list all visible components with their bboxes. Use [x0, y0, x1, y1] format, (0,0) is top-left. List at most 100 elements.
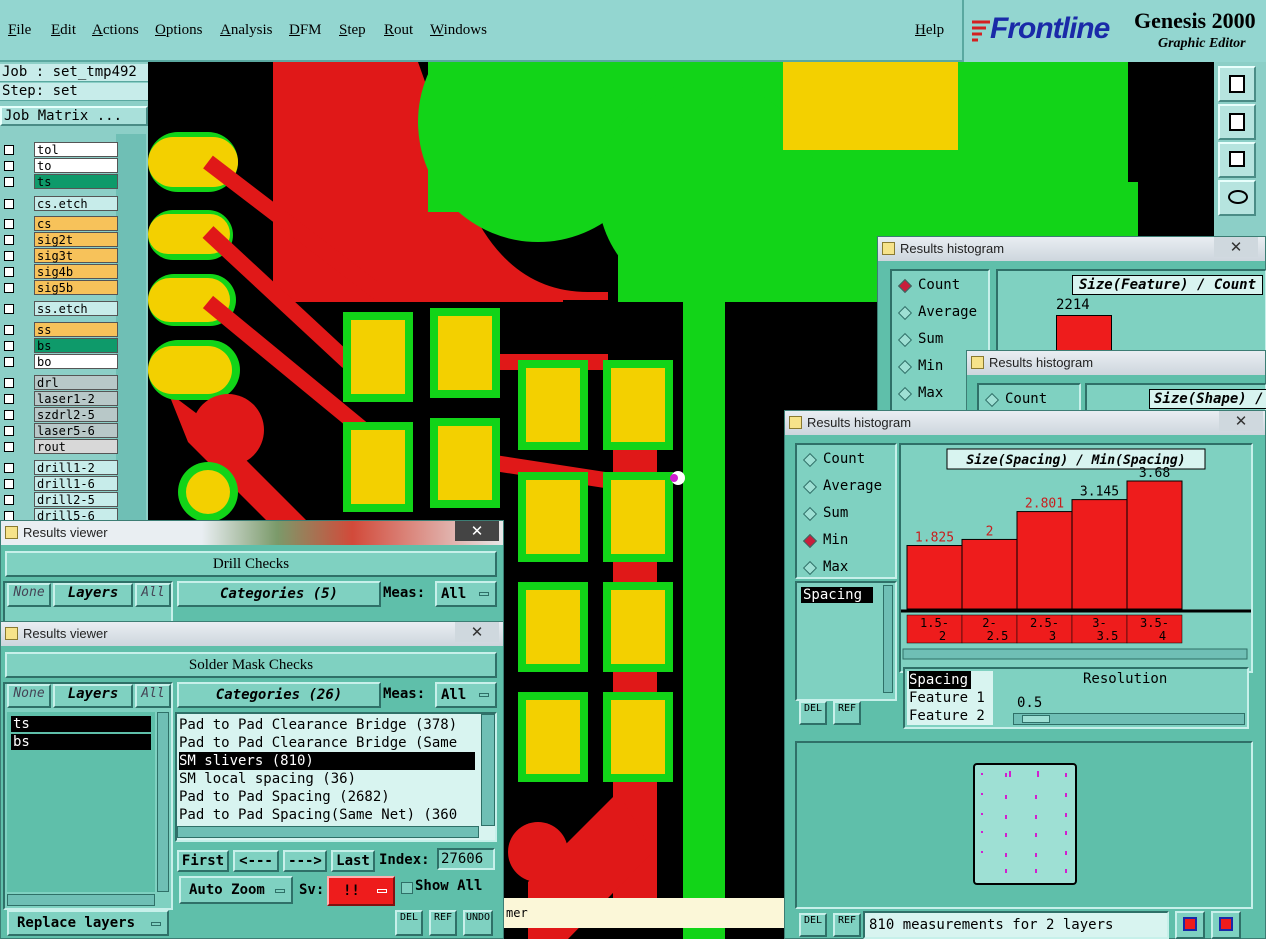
layer-list-item[interactable]: ts [11, 716, 151, 732]
all-button[interactable]: All [135, 684, 171, 708]
ref-button[interactable]: REF [833, 701, 861, 725]
layer-name[interactable]: drl [34, 375, 118, 390]
layer-checkbox[interactable] [4, 177, 14, 187]
layer-name[interactable]: drill1-2 [34, 460, 118, 475]
layer-checkbox[interactable] [4, 325, 14, 335]
list-item-spacing[interactable]: Spacing [801, 587, 873, 603]
slider-handle[interactable] [1022, 715, 1050, 723]
radio-average[interactable] [897, 305, 913, 321]
layer-checkbox[interactable] [4, 463, 14, 473]
radio-count[interactable] [802, 452, 818, 468]
layer-row[interactable]: drill2-5 [2, 492, 118, 507]
del-button-bottom[interactable]: DEL [799, 913, 827, 937]
layer-row[interactable]: sig4b [2, 264, 118, 279]
board-thumbnail[interactable] [973, 763, 1077, 885]
meas-dropdown[interactable]: All [435, 682, 497, 708]
layer-checkbox[interactable] [4, 304, 14, 314]
meas-dropdown[interactable]: All [435, 581, 497, 607]
close-button[interactable]: ✕ [1214, 237, 1258, 257]
layer-checkbox[interactable] [4, 442, 14, 452]
layer-checkbox[interactable] [4, 378, 14, 388]
menu-rout[interactable]: Rout [384, 22, 413, 39]
layer-row[interactable]: sig2t [2, 232, 118, 247]
layer-row[interactable]: to [2, 158, 118, 173]
replace-layers-dropdown[interactable]: Replace layers [7, 910, 169, 936]
print-button[interactable] [1211, 911, 1241, 939]
layer-row[interactable]: tol [2, 142, 118, 157]
histogram-mid-titlebar[interactable]: Results histogram [967, 351, 1265, 375]
results-viewer-titlebar[interactable]: Results viewer [1, 622, 503, 646]
layer-row[interactable]: ss.etch [2, 301, 118, 316]
show-all-checkbox[interactable] [401, 882, 413, 894]
layer-name[interactable]: drill2-5 [34, 492, 118, 507]
layer-name[interactable]: bs [34, 338, 118, 353]
layer-name[interactable]: szdrl2-5 [34, 407, 118, 422]
layer-list-hscrollbar[interactable] [7, 894, 155, 906]
histogram-back-titlebar[interactable]: Results histogram [878, 237, 1265, 261]
layer-row[interactable]: ss [2, 322, 118, 337]
del-button[interactable]: DEL [799, 701, 827, 725]
layers-button[interactable]: Layers [53, 583, 133, 607]
layer-list-item[interactable]: bs [11, 734, 151, 750]
close-button[interactable]: ✕ [455, 622, 499, 642]
layer-checkbox[interactable] [4, 251, 14, 261]
layer-row[interactable]: ts [2, 174, 118, 189]
layer-checkbox[interactable] [4, 161, 14, 171]
layer-checkbox[interactable] [4, 410, 14, 420]
layer-row[interactable]: cs.etch [2, 196, 118, 211]
categories-button[interactable]: Categories (5) [177, 581, 381, 607]
layer-row[interactable]: laser1-2 [2, 391, 118, 406]
menu-windows[interactable]: Windows [430, 22, 487, 39]
attribute-item[interactable]: Feature 1 [909, 689, 993, 707]
radio-max[interactable] [897, 386, 913, 402]
category-scrollbar[interactable] [481, 714, 495, 826]
category-item[interactable]: Pad to Pad Spacing(Same Net) (360 [179, 806, 475, 824]
category-item[interactable]: SM slivers (810) [179, 752, 475, 770]
radio-min[interactable] [897, 359, 913, 375]
prev-button[interactable]: <--- [233, 850, 279, 872]
close-button[interactable]: ✕ [455, 521, 499, 541]
layer-row[interactable]: drill1-6 [2, 476, 118, 491]
layer-row[interactable]: laser5-6 [2, 423, 118, 438]
layer-checkbox[interactable] [4, 394, 14, 404]
histogram-titlebar[interactable]: Results histogram [785, 411, 1265, 435]
layer-checkbox[interactable] [4, 235, 14, 245]
close-button[interactable]: ✕ [1219, 411, 1263, 431]
layer-checkbox[interactable] [4, 357, 14, 367]
radio-count[interactable] [897, 278, 913, 294]
menu-help[interactable]: Help [915, 22, 944, 39]
pan-left-button[interactable] [1218, 104, 1256, 140]
layer-row[interactable]: cs [2, 216, 118, 231]
menu-file[interactable]: File [8, 22, 31, 39]
menu-edit[interactable]: Edit [51, 22, 76, 39]
none-button[interactable]: None [7, 583, 51, 607]
category-hscrollbar[interactable] [177, 826, 479, 838]
layer-checkbox[interactable] [4, 479, 14, 489]
menu-analysis[interactable]: Analysis [220, 22, 273, 39]
layers-button[interactable]: Layers [53, 684, 133, 708]
undo-button[interactable]: UNDO [463, 910, 493, 936]
layer-name[interactable]: ss.etch [34, 301, 118, 316]
layer-name[interactable]: cs [34, 216, 118, 231]
last-button[interactable]: Last [331, 850, 375, 872]
next-button[interactable]: ---> [283, 850, 327, 872]
layer-checkbox[interactable] [4, 426, 14, 436]
categories-button[interactable]: Categories (26) [177, 682, 381, 708]
layer-name[interactable]: drill1-6 [34, 476, 118, 491]
pan-up-button[interactable] [1218, 66, 1256, 102]
layer-name[interactable]: sig4b [34, 264, 118, 279]
category-item[interactable]: SM local spacing (36) [179, 770, 475, 788]
layer-row[interactable]: bs [2, 338, 118, 353]
layer-name[interactable]: tol [34, 142, 118, 157]
measure-tool-button[interactable] [1218, 180, 1256, 216]
severity-dropdown[interactable]: !! [327, 876, 395, 906]
layer-checkbox[interactable] [4, 283, 14, 293]
layer-scrollbar[interactable] [116, 134, 146, 522]
layer-name[interactable]: sig3t [34, 248, 118, 263]
layer-name[interactable]: rout [34, 439, 118, 454]
export-button[interactable] [1175, 911, 1205, 939]
layer-checkbox[interactable] [4, 199, 14, 209]
layer-name[interactable]: cs.etch [34, 196, 118, 211]
radio-count[interactable] [984, 392, 1000, 408]
layer-row[interactable]: sig5b [2, 280, 118, 295]
